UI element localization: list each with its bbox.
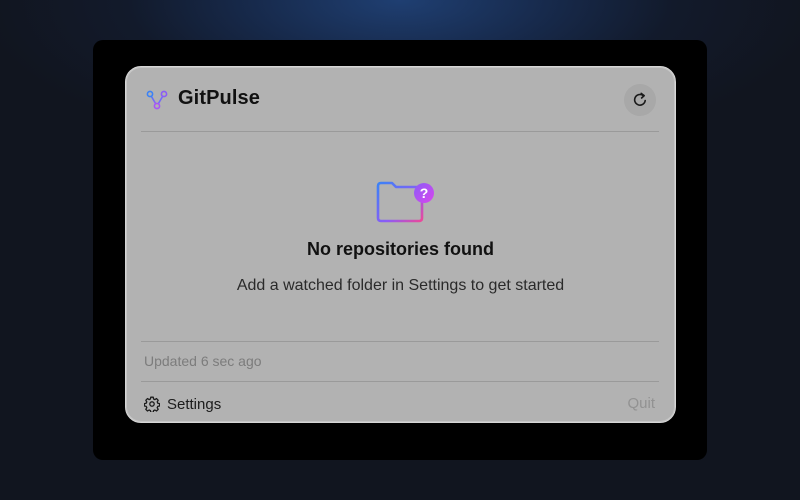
refresh-button[interactable]: [624, 84, 656, 116]
header: GitPulse: [126, 67, 675, 131]
status-divider: [141, 341, 659, 342]
folder-question-icon: ?: [376, 181, 434, 223]
gear-icon: [144, 396, 160, 412]
header-divider: [141, 131, 659, 132]
footer-divider: [141, 381, 659, 382]
settings-button[interactable]: Settings: [144, 394, 221, 414]
settings-label: Settings: [167, 395, 222, 413]
gitpulse-popover: GitPulse ? No repositories found Add a w…: [125, 66, 676, 423]
svg-text:?: ?: [420, 185, 429, 201]
empty-state-subtitle: Add a watched folder in Settings to get …: [236, 277, 565, 294]
last-updated-text: Updated 6 sec ago: [144, 353, 262, 369]
refresh-icon: [633, 92, 646, 106]
git-network-icon: [146, 90, 168, 110]
empty-state-title: No repositories found: [306, 239, 494, 259]
app-title: GitPulse: [178, 87, 260, 109]
quit-button[interactable]: Quit: [627, 395, 655, 412]
